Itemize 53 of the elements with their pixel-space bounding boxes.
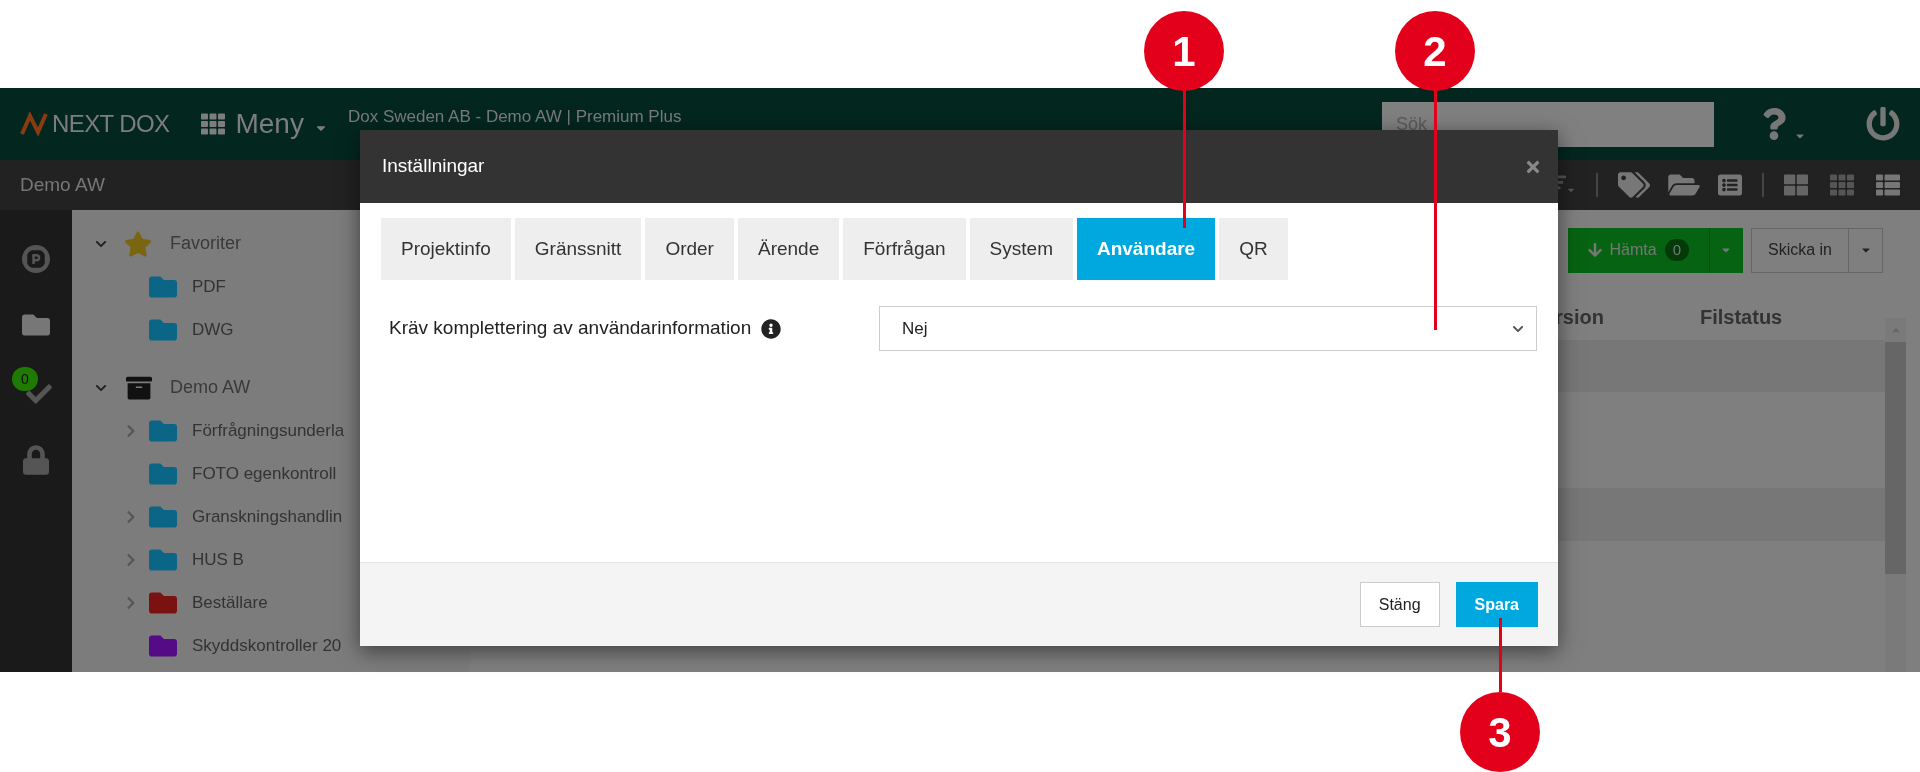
tab[interactable]: QR — [1219, 218, 1288, 280]
help-icon[interactable] — [1762, 106, 1786, 142]
power-icon[interactable] — [1866, 107, 1900, 141]
tree-item[interactable]: Skyddskontroller 20 — [192, 632, 342, 659]
tab[interactable]: Projektinfo — [381, 218, 511, 280]
callout-number: 3 — [1460, 692, 1540, 772]
grid-icon — [201, 112, 226, 136]
tree-item[interactable]: HUS B — [192, 546, 244, 573]
tree-item[interactable]: FOTO egenkontroll — [192, 460, 337, 487]
info-icon[interactable] — [761, 318, 782, 339]
tab[interactable]: Ärende — [737, 218, 840, 280]
lock-icon[interactable] — [23, 445, 49, 475]
tree-item[interactable]: PDF — [192, 273, 226, 300]
logo-icon — [20, 110, 48, 138]
tab[interactable]: Användare — [1076, 218, 1216, 280]
tree-item[interactable]: DWG — [192, 316, 234, 343]
tree-item[interactable]: Demo AW — [170, 374, 251, 401]
tree-item[interactable]: Granskningshandlin — [192, 503, 343, 530]
chevron-right-icon[interactable] — [125, 595, 137, 610]
tab[interactable]: Order — [645, 218, 734, 280]
chevron-right-icon[interactable] — [125, 509, 137, 524]
breadcrumb: Dox Sweden AB - Demo AW | Premium Plus — [347, 106, 682, 129]
callout-number: 1 — [1144, 11, 1224, 91]
menu-button[interactable]: Meny — [201, 103, 328, 145]
large-grid-icon[interactable] — [1784, 173, 1808, 197]
list-icon[interactable] — [1718, 172, 1742, 198]
chevron-right-icon[interactable] — [125, 552, 137, 567]
parking-icon[interactable] — [22, 245, 50, 273]
column-header: Filstatus — [1700, 305, 1783, 330]
list-view-icon[interactable] — [1876, 173, 1900, 197]
dialog-title: Inställningar — [382, 154, 485, 179]
count-badge: 0 — [1664, 238, 1689, 262]
tab[interactable]: Förfrågan — [843, 218, 966, 280]
count-badge: 0 — [12, 367, 38, 391]
arrow-down-icon — [1587, 242, 1602, 258]
save-button[interactable]: Spara — [1455, 582, 1538, 627]
tab[interactable]: Gränssnitt — [514, 218, 642, 280]
star-icon — [124, 229, 152, 258]
chevron-right-icon[interactable] — [125, 423, 137, 438]
close-button[interactable]: Stäng — [1359, 582, 1440, 627]
tree-item[interactable]: Beställare — [192, 589, 268, 616]
small-grid-icon[interactable] — [1830, 173, 1854, 197]
select-field[interactable]: Nej — [879, 306, 1537, 351]
tree-item[interactable]: Förfrågningsunderla — [192, 417, 345, 444]
logo-text: NEXT DOX — [52, 109, 170, 139]
tab[interactable]: System — [969, 218, 1073, 280]
callout-number: 2 — [1395, 11, 1475, 91]
tree-item[interactable]: Favoriter — [170, 230, 241, 257]
archive-icon — [126, 374, 152, 401]
project-title: Demo AW — [20, 172, 105, 197]
scrollbar[interactable] — [1885, 318, 1906, 672]
field-label: Kräv komplettering av användarinformation — [389, 316, 752, 341]
tags-icon[interactable] — [1618, 171, 1650, 199]
